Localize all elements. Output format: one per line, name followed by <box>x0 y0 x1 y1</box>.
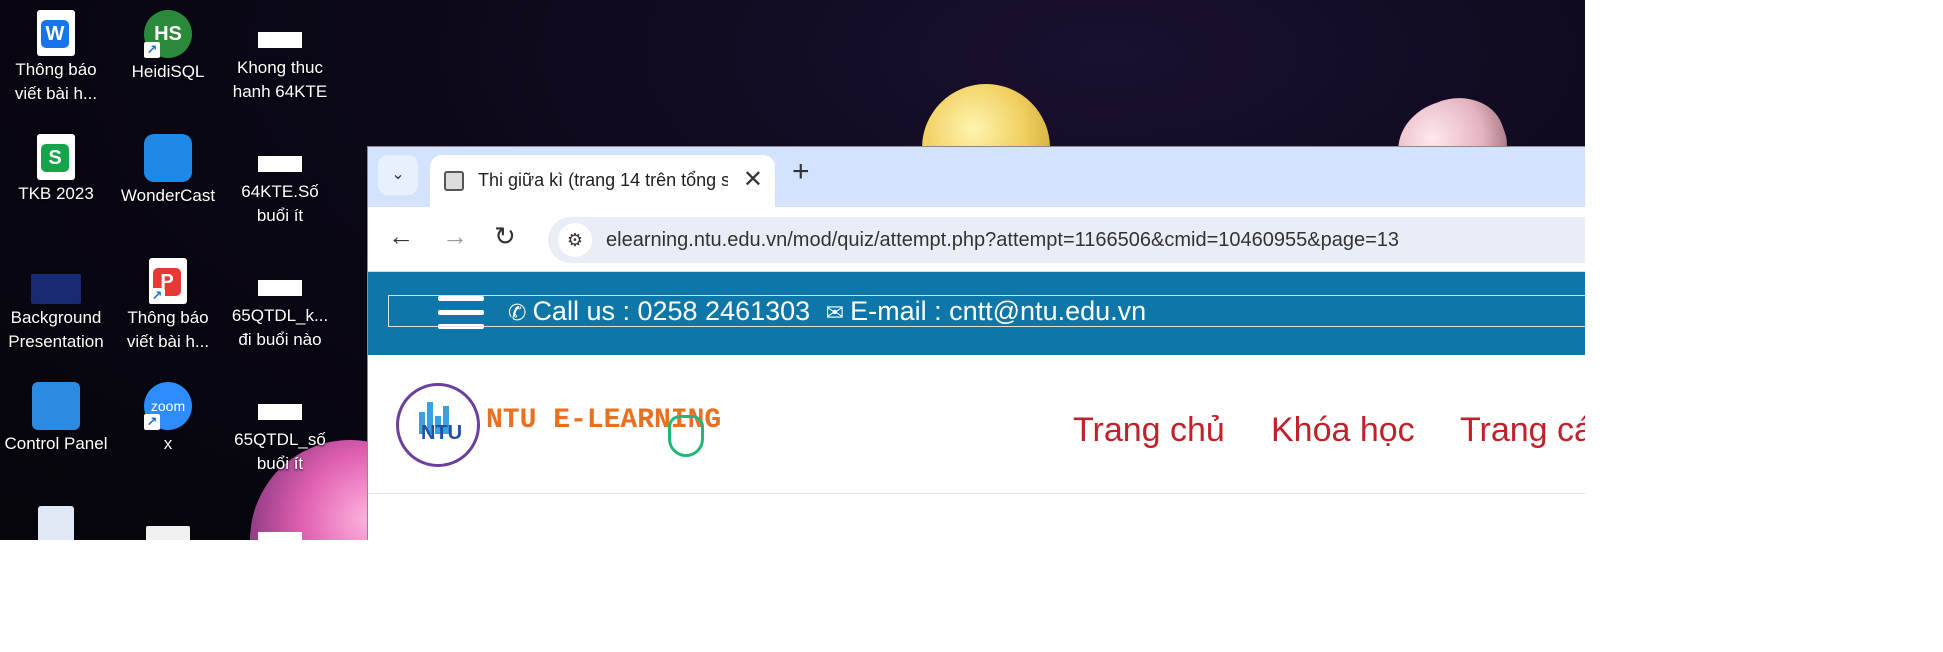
url-text: elearning.ntu.edu.vn/mod/quiz/attempt.ph… <box>606 229 1400 251</box>
desktop-icon-thong-bao-word[interactable]: W Thông báo viết bài h... <box>0 4 112 114</box>
nav-item-khoa-hoc[interactable]: Khóa học <box>1271 411 1415 450</box>
icon-label: Background Presentation <box>8 308 104 351</box>
tab-search-button[interactable]: ⌄ <box>378 155 418 195</box>
site-header: NTU NTU E-LEARNING Trang chủ Khóa học Tr… <box>368 355 1585 494</box>
presentation-thumbnail-icon <box>31 274 81 304</box>
desktop-icon-khong-thuc-hanh[interactable]: Khong thuc hanh 64KTE <box>224 4 336 114</box>
desktop-icon-wondercast[interactable]: WonderCast <box>112 128 224 238</box>
reload-icon[interactable]: ↻ <box>494 221 516 252</box>
nav-item-trang-chu[interactable]: Trang chủ <box>1073 411 1225 450</box>
tab-title: Thi giữa kì (trang 14 trên tổng s <box>478 170 728 190</box>
shortcut-arrow-icon: ↗ <box>149 288 165 304</box>
heidisql-icon: HS ↗ <box>144 10 192 58</box>
desktop-icon-zoom[interactable]: zoom ↗ x <box>112 376 224 486</box>
desktop-icon-tkb-2023[interactable]: S TKB 2023 <box>0 128 112 238</box>
icon-label: WonderCast <box>120 186 216 205</box>
file-icon <box>146 526 190 540</box>
shortcut-arrow-icon: ↗ <box>144 414 160 430</box>
icon-label: Control Panel <box>4 434 108 453</box>
word-doc-icon: W <box>37 10 75 56</box>
desktop-icon-recycle-bin[interactable] <box>0 500 112 540</box>
icon-label: TKB 2023 <box>18 184 94 203</box>
nav-item-trang-ca-nhan[interactable]: Trang cá <box>1460 411 1585 450</box>
pointer-hand-icon <box>668 415 704 457</box>
icon-label: HeidiSQL <box>131 62 205 81</box>
tab-strip: ⌄ Thi giữa kì (trang 14 trên tổng s ✕ + <box>368 147 1585 207</box>
wondercast-icon <box>144 134 192 182</box>
browser-window: ⌄ Thi giữa kì (trang 14 trên tổng s ✕ + … <box>367 146 1585 540</box>
new-tab-button[interactable]: + <box>792 155 810 189</box>
shortcut-arrow-icon: ↗ <box>144 42 160 58</box>
icon-label: 65QTDL_số buổi ít <box>234 430 326 473</box>
icon-label: 65QTDL_k... đi buổi nào <box>231 306 329 349</box>
content-area <box>388 295 1585 327</box>
desktop-icon-65qtdl-so[interactable]: 65QTDL_số buổi ít <box>224 376 336 486</box>
desktop-icon-partial-2[interactable] <box>224 500 336 540</box>
blank-file-icon <box>258 404 302 420</box>
ntu-logo[interactable]: NTU <box>396 383 480 467</box>
blank-file-icon <box>258 32 302 48</box>
forward-arrow-icon[interactable]: → <box>442 221 468 252</box>
control-panel-icon <box>32 382 80 430</box>
site-settings-icon[interactable]: ⚙ <box>558 223 592 257</box>
desktop-icon-background-presentation[interactable]: Background Presentation <box>0 252 112 362</box>
pdf-doc-icon: P ↗ <box>149 258 187 304</box>
spreadsheet-doc-icon: S <box>37 134 75 180</box>
desktop-icon-65qtdl-k[interactable]: 65QTDL_k... đi buổi nào <box>224 252 336 362</box>
desktop-icon-partial[interactable] <box>112 500 224 540</box>
address-bar[interactable]: ⚙ elearning.ntu.edu.vn/mod/quiz/attempt.… <box>548 217 1585 263</box>
browser-toolbar: ← → ↻ ⚙ elearning.ntu.edu.vn/mod/quiz/at… <box>368 207 1585 272</box>
desktop-icon-heidisql[interactable]: HS ↗ HeidiSQL <box>112 4 224 114</box>
icon-label: Thông báo viết bài h... <box>14 60 98 103</box>
desktop: W Thông báo viết bài h... S TKB 2023 Back… <box>0 0 1585 540</box>
desktop-icon-64kte[interactable]: 64KTE.Số buổi ít <box>224 128 336 238</box>
back-arrow-icon[interactable]: ← <box>388 221 414 252</box>
icon-label: Thông báo viết bài h... <box>126 308 210 351</box>
zoom-icon: zoom ↗ <box>144 382 192 430</box>
desktop-icon-thong-bao-pdf[interactable]: P ↗ Thông báo viết bài h... <box>112 252 224 362</box>
tab-favicon-icon <box>444 171 464 191</box>
icon-label: 64KTE.Số buổi ít <box>241 182 319 225</box>
desktop-icon-control-panel[interactable]: Control Panel <box>0 376 112 486</box>
blank-file-icon <box>258 280 302 296</box>
close-icon[interactable]: ✕ <box>743 165 763 194</box>
blank-file-icon <box>258 532 302 540</box>
tab-active[interactable]: Thi giữa kì (trang 14 trên tổng s ✕ <box>430 155 775 207</box>
blank-file-icon <box>258 156 302 172</box>
logo-text: NTU <box>421 422 463 444</box>
icon-label: x <box>163 434 173 453</box>
chevron-down-icon: ⌄ <box>391 166 405 183</box>
icon-label: Khong thuc hanh 64KTE <box>232 58 328 101</box>
recycle-bin-icon <box>38 506 74 540</box>
